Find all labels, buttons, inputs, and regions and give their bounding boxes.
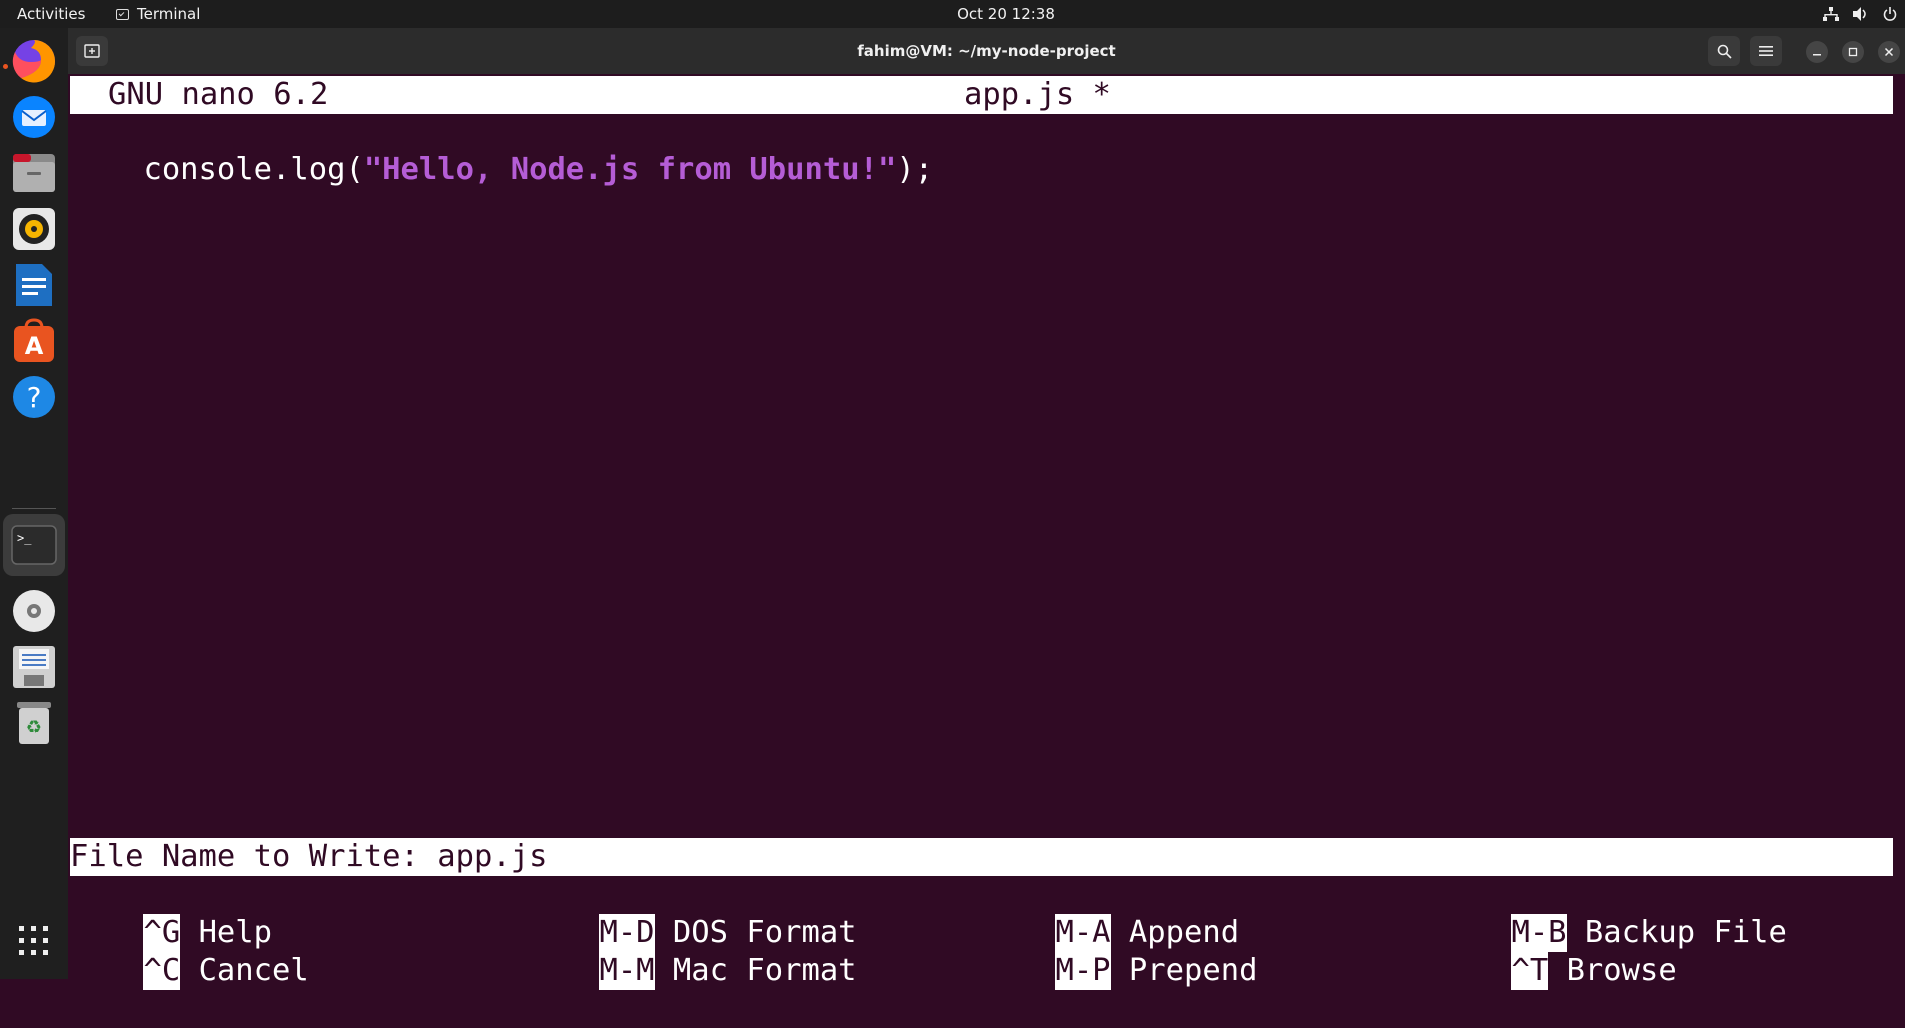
top-bar: Activities Terminal Oct 20 12:38 <box>0 0 1905 28</box>
firefox-icon <box>12 40 56 83</box>
app-menu-label: Terminal <box>137 5 201 23</box>
dock-trash[interactable]: ♻ <box>9 698 59 748</box>
trash-icon: ♻ <box>17 702 51 744</box>
floppy-icon <box>13 646 55 688</box>
dock: A ? >_ ♻ <box>0 28 68 979</box>
dock-writer[interactable] <box>9 260 59 310</box>
shortcut-append[interactable]: M-A Append <box>982 876 1239 952</box>
window-title: fahim@VM: ~/my-node-project <box>857 42 1116 60</box>
nano-version: GNU nano 6.2 <box>108 77 329 112</box>
shortcut-mac-format[interactable]: M-M Mac Format <box>526 914 857 990</box>
nano-title-bar: GNU nano 6.2 app.js * <box>70 76 1893 114</box>
minimize-icon <box>1813 54 1821 56</box>
shortcut-label: Prepend <box>1128 953 1258 988</box>
shortcut-help[interactable]: ^G Help <box>70 876 272 952</box>
volume-icon <box>1853 7 1866 21</box>
menu-button[interactable] <box>1750 36 1782 66</box>
shortcut-backup-file[interactable]: M-B Backup File <box>1438 876 1787 952</box>
activities-button[interactable]: Activities <box>17 0 85 28</box>
dock-terminal[interactable]: >_ <box>3 514 65 576</box>
new-tab-icon <box>84 44 100 58</box>
svg-text:♻: ♻ <box>26 717 42 738</box>
search-icon <box>1717 44 1732 59</box>
app-grid-icon <box>19 926 48 955</box>
dock-help[interactable]: ? <box>9 372 59 422</box>
app-center-icon: A <box>14 318 54 362</box>
new-tab-button[interactable] <box>76 36 108 66</box>
close-icon <box>1884 47 1894 57</box>
maximize-icon <box>1848 47 1858 57</box>
dock-floppy[interactable] <box>9 642 59 692</box>
shortcut-key: M-P <box>1055 952 1111 990</box>
shortcut-label: Cancel <box>198 953 309 988</box>
terminal-icon: >_ <box>11 525 57 565</box>
dock-separator <box>12 508 56 509</box>
code-suffix: ); <box>896 152 934 187</box>
svg-text:A: A <box>25 332 44 360</box>
filename-prompt-text: File Name to Write: app.js <box>70 839 548 874</box>
dock-rhythmbox[interactable] <box>9 204 59 254</box>
thunderbird-icon <box>13 96 55 138</box>
shortcut-browse[interactable]: ^T Browse <box>1438 914 1677 990</box>
network-icon <box>1823 7 1839 21</box>
shortcut-dos-format[interactable]: M-D DOS Format <box>526 876 857 952</box>
running-indicator <box>3 64 8 69</box>
show-apps-button[interactable] <box>9 916 59 966</box>
terminal-headerbar: fahim@VM: ~/my-node-project <box>68 28 1905 74</box>
shortcut-cancel[interactable]: ^C Cancel <box>70 914 309 990</box>
help-icon: ? <box>13 376 55 418</box>
dock-files[interactable] <box>9 148 59 198</box>
maximize-button[interactable] <box>1842 41 1864 63</box>
clock[interactable]: Oct 20 12:38 <box>951 0 1061 28</box>
hamburger-icon <box>1759 46 1773 56</box>
code-prefix: console.log( <box>143 152 364 187</box>
rhythmbox-icon <box>13 208 55 250</box>
code-line[interactable]: console.log("Hello, Node.js from Ubuntu!… <box>70 113 933 187</box>
shortcut-key: M-M <box>599 952 655 990</box>
close-button[interactable] <box>1878 41 1900 63</box>
writer-icon <box>16 264 52 306</box>
terminal-content[interactable]: GNU nano 6.2 app.js * console.log("Hello… <box>68 74 1895 990</box>
terminal-small-icon <box>116 8 129 20</box>
shortcut-label: Mac Format <box>672 953 857 988</box>
svg-text:>_: >_ <box>17 531 32 545</box>
app-menu-terminal[interactable]: Terminal <box>116 0 200 28</box>
files-icon <box>13 154 55 192</box>
dock-thunderbird[interactable] <box>9 92 59 142</box>
shortcut-key: ^C <box>143 952 181 990</box>
filename-prompt[interactable]: File Name to Write: app.js <box>70 838 1893 876</box>
dock-app-center[interactable]: A <box>9 316 59 366</box>
disc-icon <box>13 590 55 632</box>
dock-firefox[interactable] <box>9 36 59 86</box>
shortcut-prepend[interactable]: M-P Prepend <box>982 914 1257 990</box>
code-string: "Hello, Node.js from Ubuntu!" <box>363 152 897 187</box>
shortcut-key: ^T <box>1511 952 1549 990</box>
search-button[interactable] <box>1708 36 1740 66</box>
system-tray[interactable] <box>1823 0 1897 28</box>
nano-filename: app.js * <box>964 77 1111 112</box>
svg-text:?: ? <box>27 381 42 414</box>
power-icon <box>1883 7 1897 21</box>
dock-disc[interactable] <box>9 586 59 636</box>
minimize-button[interactable] <box>1806 41 1828 63</box>
shortcut-label: Browse <box>1566 953 1677 988</box>
